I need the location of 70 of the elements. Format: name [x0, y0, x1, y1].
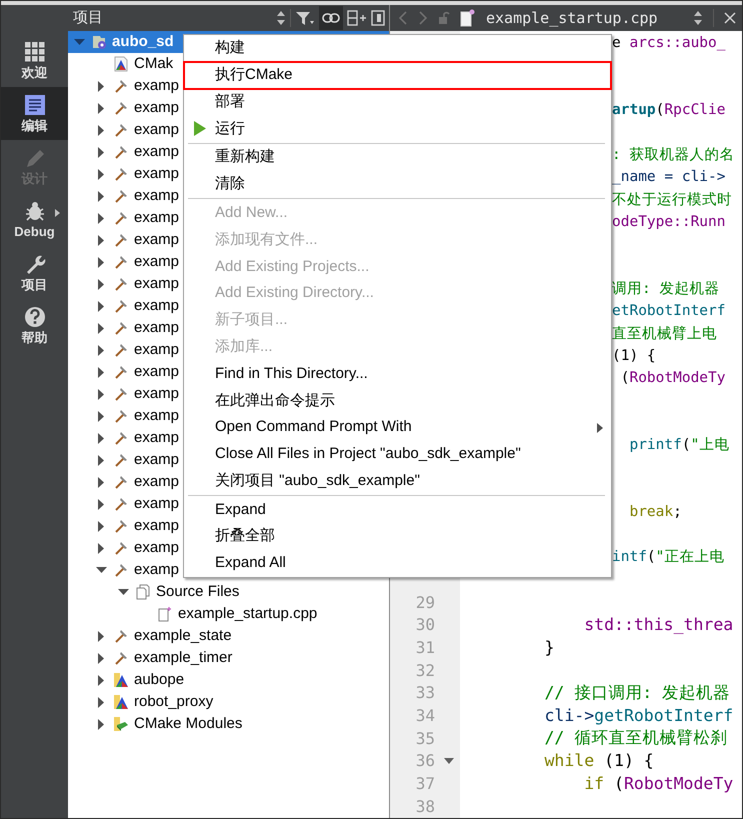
line-number: 33: [414, 682, 435, 704]
code-line: odeType::Runn: [612, 212, 726, 232]
tree-label: examp: [134, 98, 180, 118]
tree-label: examp: [134, 208, 180, 228]
line-number: 32: [414, 660, 435, 682]
tree-label: examp: [134, 494, 180, 514]
tree-label: examp: [134, 450, 180, 470]
mode-label: 欢迎: [22, 64, 48, 80]
mode-label: 编辑: [22, 118, 48, 134]
code-line: intf("正在上电: [612, 548, 724, 567]
tree-label: examp: [134, 76, 180, 96]
code-line: // 循环直至机械臂松刹: [543, 727, 728, 750]
line-number: 29: [414, 592, 435, 614]
code-line: // 接口调用: 发起机器: [543, 682, 730, 704]
tree-label: CMake Modules: [134, 714, 242, 734]
code-line: (1) {: [612, 346, 656, 366]
tree-label: examp: [134, 384, 180, 404]
code-line: break;: [628, 503, 682, 522]
line-number: 37: [414, 773, 435, 796]
code-line: 调用: 发起机器: [612, 280, 720, 299]
tree-label: examp: [134, 274, 180, 294]
code-line: 直至机械臂上电: [612, 324, 717, 344]
tree-label: CMak: [134, 54, 174, 74]
panel-title: 项目: [73, 8, 104, 28]
code-line: printf("上电: [628, 436, 730, 456]
tree-label: robot_proxy: [134, 692, 214, 712]
tree-label: example_startup.cpp: [178, 604, 318, 624]
code-line: etRobotInterf: [612, 302, 726, 322]
file-name: example_startup.cpp: [486, 8, 659, 29]
code-line: (RobotModeTy: [620, 369, 726, 388]
tree-label: examp: [134, 318, 180, 338]
tree-label: examp: [134, 120, 180, 140]
code-line: 不处于运行模式时: [612, 190, 732, 210]
code-line: std::this_threa: [583, 614, 734, 636]
tree-label: examp: [134, 472, 180, 492]
mode-label: 项目: [22, 276, 48, 292]
tree-label: aubo_sd: [112, 32, 174, 52]
code-line: while (1) {: [543, 750, 654, 772]
line-number: 35: [414, 728, 435, 750]
tree-label: examp: [134, 516, 180, 536]
tree-label: examp: [134, 560, 180, 580]
code-line: artup(RpcClie: [612, 101, 726, 120]
tree-label: examp: [134, 362, 180, 382]
line-number: 31: [414, 636, 435, 659]
code-line: e arcs::aubo_: [612, 34, 726, 54]
line-number: 34: [414, 704, 435, 727]
tree-label: examp: [134, 538, 180, 558]
tree-label: examp: [134, 428, 180, 448]
code-line: if (RobotModeTy: [583, 772, 734, 795]
line-number: 38: [414, 796, 435, 818]
tree-label: examp: [134, 164, 180, 184]
tree-label: example_timer: [134, 648, 232, 668]
tree-label: examp: [134, 252, 180, 272]
code-line: }: [543, 636, 554, 659]
tree-label: example_state: [134, 626, 232, 646]
tree-label: examp: [134, 340, 180, 360]
line-number: 36: [414, 750, 435, 772]
mode-label: 帮助: [22, 330, 48, 346]
tree-label: examp: [134, 142, 180, 162]
code-line: cli->getRobotInterf: [543, 704, 734, 727]
line-number: 30: [414, 614, 435, 636]
tree-label: examp: [134, 296, 180, 316]
tree-label: examp: [134, 186, 180, 206]
tree-label: Source Files: [156, 582, 240, 602]
mode-label: Debug: [14, 224, 55, 240]
tree-label: examp: [134, 230, 180, 250]
code-line: _name = cli->: [612, 168, 726, 188]
code-line: : 获取机器人的名: [612, 146, 734, 165]
tree-label: examp: [134, 406, 180, 426]
tree-label: aubope: [134, 670, 184, 690]
